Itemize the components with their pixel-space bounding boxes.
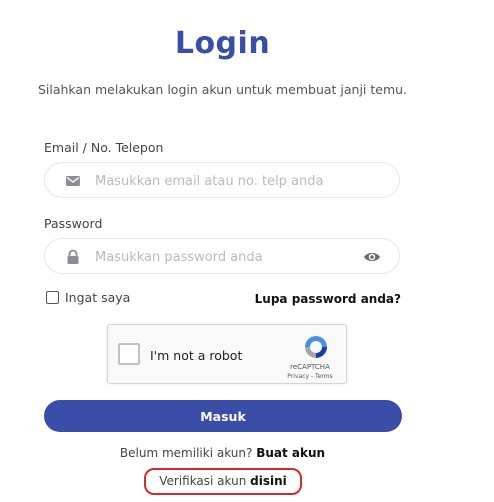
remember-me[interactable]: Ingat saya xyxy=(46,290,130,305)
recaptcha-logo-icon xyxy=(305,336,327,358)
register-link[interactable]: Buat akun xyxy=(256,446,325,460)
register-prompt: Belum memiliki akun? Buat akun xyxy=(0,446,445,460)
envelope-icon xyxy=(66,176,80,186)
register-prefix: Belum memiliki akun? xyxy=(119,446,253,460)
password-label: Password xyxy=(44,216,103,231)
recaptcha-terms-link[interactable]: Terms xyxy=(315,373,333,380)
verify-prefix: Verifikasi akun xyxy=(159,474,247,488)
verify-link[interactable]: disini xyxy=(250,474,287,488)
email-field[interactable] xyxy=(44,162,400,199)
login-button[interactable]: Masuk xyxy=(44,400,402,432)
remember-checkbox[interactable] xyxy=(46,291,59,304)
password-input[interactable] xyxy=(93,239,357,275)
recaptcha-widget: I'm not a robot reCAPTCHA Privacy - Term… xyxy=(107,324,347,384)
recaptcha-brand: reCAPTCHA xyxy=(290,363,330,371)
page-subtitle: Silahkan melakukan login akun untuk memb… xyxy=(37,82,408,97)
page-title: Login xyxy=(174,26,271,61)
verify-account-prompt: Verifikasi akun disini xyxy=(144,468,302,495)
forgot-password-link[interactable]: Lupa password anda? xyxy=(255,292,401,306)
recaptcha-checkbox[interactable] xyxy=(118,343,140,365)
recaptcha-label: I'm not a robot xyxy=(150,348,243,363)
password-field[interactable] xyxy=(44,238,400,275)
remember-label: Ingat saya xyxy=(65,290,131,305)
recaptcha-privacy-link[interactable]: Privacy xyxy=(287,373,309,380)
email-input[interactable] xyxy=(93,163,357,199)
recaptcha-links: Privacy - Terms xyxy=(280,373,340,380)
eye-icon[interactable] xyxy=(363,249,381,265)
lock-icon xyxy=(67,249,79,264)
email-label: Email / No. Telepon xyxy=(44,140,164,155)
